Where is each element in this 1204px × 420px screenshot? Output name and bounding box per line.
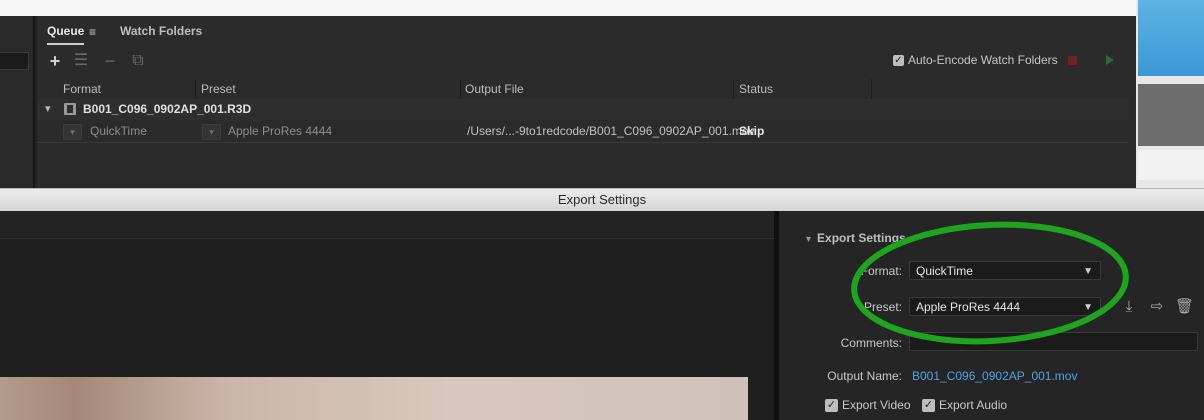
video-preview-image (0, 377, 748, 420)
output-name-link[interactable]: B001_C096_0902AP_001.mov (912, 369, 1077, 383)
panel-menu-icon[interactable]: ≡ (89, 25, 96, 39)
background-app-blue-area (1138, 0, 1204, 76)
preset-value: Apple ProRes 4444 (916, 300, 1021, 314)
export-video-label: Export Video (842, 398, 911, 412)
preview-pane (0, 211, 774, 420)
format-dropdown[interactable]: QuickTime ▼ (909, 261, 1101, 280)
queue-output-row[interactable]: ▾ QuickTime ▾ Apple ProRes 4444 /Users/.… (37, 120, 1129, 143)
column-preset[interactable]: Preset (201, 82, 236, 96)
output-preset[interactable]: Apple ProRes 4444 (228, 124, 332, 138)
film-clip-icon (64, 103, 76, 115)
export-audio-checkbox[interactable]: ✓ (922, 398, 935, 412)
source-file-name: B001_C096_0902AP_001.R3D (83, 102, 252, 116)
tab-watch-folders[interactable]: Watch Folders (120, 24, 202, 38)
column-divider[interactable] (195, 79, 196, 99)
queue-column-headers: Format Preset Output File Status (37, 79, 1129, 100)
save-preset-icon[interactable]: ⤓ (1120, 298, 1138, 316)
column-status[interactable]: Status (739, 82, 773, 96)
remove-icon[interactable]: − (101, 52, 119, 70)
chevron-down-icon: ▼ (1083, 302, 1093, 313)
preset-label: Preset: (863, 300, 902, 314)
tab-queue[interactable]: Queue (47, 24, 85, 45)
column-divider[interactable] (460, 79, 461, 99)
format-value: QuickTime (916, 264, 973, 278)
expand-caret-icon[interactable]: ▾ (45, 102, 51, 115)
format-dropdown-arrow-icon[interactable]: ▾ (63, 124, 82, 140)
output-format[interactable]: QuickTime (90, 124, 147, 138)
export-video-toggle[interactable]: ✓ Export Video (825, 398, 911, 412)
export-settings-section-header[interactable]: ▾ Export Settings (806, 231, 906, 245)
export-audio-toggle[interactable]: ✓ Export Audio (922, 398, 1007, 412)
preset-dropdown[interactable]: Apple ProRes 4444 ▼ (909, 297, 1101, 316)
comments-input[interactable] (909, 332, 1198, 351)
export-audio-label: Export Audio (939, 398, 1008, 412)
delete-preset-icon[interactable]: 🗑 (1175, 298, 1194, 316)
status-text: Skip (739, 124, 765, 138)
stop-queue-icon[interactable] (1068, 56, 1077, 65)
output-name-label: Output Name: (827, 369, 902, 383)
export-settings-title-bar[interactable]: Export Settings (0, 188, 1204, 212)
preview-tabbar (0, 211, 774, 239)
chevron-down-icon[interactable]: ▾ (806, 234, 811, 245)
add-source-icon[interactable]: + (46, 52, 64, 70)
auto-encode-checkbox[interactable]: ✓ (893, 54, 904, 66)
format-label: Format: (860, 264, 902, 278)
column-output-file[interactable]: Output File (465, 82, 524, 96)
preset-dropdown-arrow-icon[interactable]: ▾ (202, 124, 221, 140)
left-side-panel (0, 16, 35, 188)
queue-source-row[interactable]: ▾ B001_C096_0902AP_001.R3D (37, 99, 1129, 121)
comments-label: Comments: (840, 336, 902, 350)
auto-encode-toggle[interactable]: ✓ Auto-Encode Watch Folders (893, 53, 1058, 67)
queue-panel: Queue ≡ Watch Folders + ☰ − ⧉ ✓ Auto-Enc… (37, 16, 1136, 188)
column-format[interactable]: Format (63, 82, 101, 96)
import-preset-icon[interactable]: ⇨ (1148, 298, 1166, 316)
chevron-down-icon: ▼ (1083, 266, 1093, 277)
start-queue-icon[interactable] (1106, 55, 1114, 65)
menu-strip (0, 0, 1204, 16)
settings-pane: ▾ Export Settings Format: QuickTime ▼ Pre… (779, 211, 1204, 420)
left-panel-field[interactable] (0, 52, 29, 70)
auto-encode-label: Auto-Encode Watch Folders (908, 53, 1058, 67)
export-settings-window: ▾ Export Settings Format: QuickTime ▼ Pre… (0, 211, 1204, 420)
preset-settings-icon[interactable]: ☰ (72, 52, 90, 70)
background-app-light-area (1138, 150, 1204, 180)
duplicate-icon[interactable]: ⧉ (129, 52, 147, 70)
queue-tabs: Queue ≡ Watch Folders (37, 16, 1136, 46)
output-file-path[interactable]: /Users/...-9to1redcode/B001_C096_0902AP_… (467, 124, 755, 138)
column-divider[interactable] (871, 79, 872, 99)
section-title: Export Settings (817, 231, 906, 245)
column-divider[interactable] (733, 79, 734, 99)
export-video-checkbox[interactable]: ✓ (825, 398, 838, 412)
background-app-gray-area (1138, 84, 1204, 146)
